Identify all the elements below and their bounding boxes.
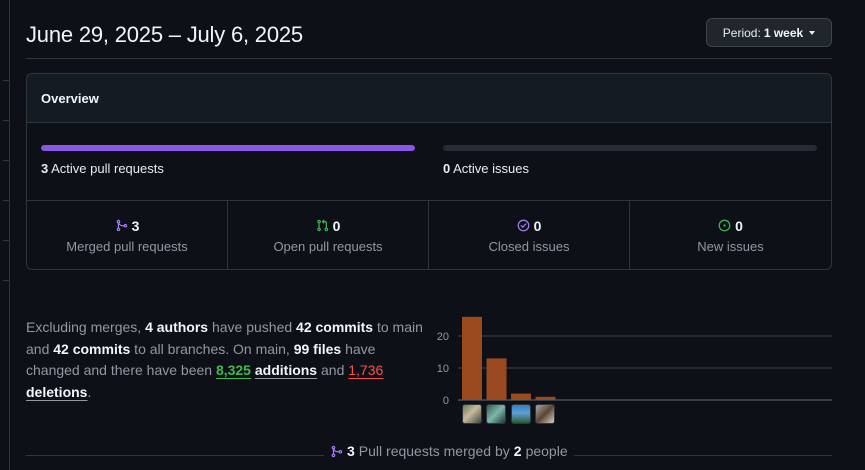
issues-progress-track bbox=[443, 145, 817, 151]
authors-count: 4 authors bbox=[145, 319, 209, 335]
merged-pull-requests-summary: 3 Pull requests merged by 2 people bbox=[26, 443, 832, 463]
open-pr-label: Open pull requests bbox=[273, 238, 383, 254]
period-prefix: Period: bbox=[722, 25, 761, 40]
commit-bar[interactable] bbox=[535, 396, 556, 400]
closed-issues-label: Closed issues bbox=[488, 238, 570, 254]
stat-closed-issues[interactable]: 0 Closed issues bbox=[429, 201, 630, 269]
pull-requests-progress-fill bbox=[41, 145, 415, 151]
overview-panel: Overview 3 Active pull requests 0 Active… bbox=[26, 73, 832, 270]
merged-count: 3 bbox=[131, 217, 140, 234]
people-text: people bbox=[525, 443, 568, 459]
caret-down-icon bbox=[809, 30, 816, 35]
stats-row: 3 Merged pull requests 0 Open pull reque… bbox=[27, 201, 831, 269]
pull-requests-progress-track bbox=[41, 145, 415, 151]
people-count: 2 bbox=[513, 443, 522, 459]
commits-all-count: 42 commits bbox=[53, 340, 131, 357]
stat-open-pull-requests[interactable]: 0 Open pull requests bbox=[228, 201, 429, 269]
active-issues-block[interactable]: 0 Active issues bbox=[443, 145, 817, 176]
period-value: 1 week bbox=[763, 25, 804, 40]
title-divider bbox=[26, 58, 832, 59]
merged-count: 3 bbox=[347, 443, 355, 459]
open-pr-count: 0 bbox=[332, 217, 341, 234]
commits-main-count: 42 commits bbox=[296, 319, 374, 335]
pull-request-icon bbox=[316, 219, 328, 232]
y-tick-label: 20 bbox=[437, 331, 449, 343]
y-tick-label: 10 bbox=[437, 363, 449, 375]
files-count: 99 files bbox=[293, 340, 342, 357]
y-tick-label: 0 bbox=[443, 395, 449, 407]
closed-issues-count: 0 bbox=[533, 217, 542, 234]
overview-heading: Overview bbox=[27, 74, 831, 123]
author-avatar-3[interactable] bbox=[511, 404, 531, 424]
commits-by-author-chart: 20 10 0 bbox=[430, 300, 835, 430]
merge-icon bbox=[116, 219, 127, 232]
left-sidebar-edge bbox=[0, 0, 10, 470]
issue-opened-icon bbox=[718, 219, 731, 232]
merged-text: Pull requests merged by bbox=[358, 443, 510, 459]
active-issues-label: 0 Active issues bbox=[443, 161, 530, 176]
stat-new-issues[interactable]: 0 New issues bbox=[630, 201, 831, 269]
page-title: June 29, 2025 – July 6, 2025 bbox=[26, 22, 303, 47]
deletions-count-link[interactable]: 1,736 bbox=[348, 362, 383, 378]
additions-link[interactable]: additions bbox=[255, 362, 317, 378]
author-avatar-2[interactable] bbox=[486, 404, 506, 424]
merge-icon bbox=[331, 445, 343, 457]
commit-bar[interactable] bbox=[486, 358, 507, 400]
author-avatar-1[interactable] bbox=[462, 404, 482, 424]
new-issues-label: New issues bbox=[697, 238, 764, 254]
commit-summary: Excluding merges, 4 authors have pushed … bbox=[26, 319, 423, 401]
deletions-link[interactable]: deletions bbox=[26, 384, 87, 400]
author-avatar-4[interactable] bbox=[535, 404, 555, 424]
merged-label: Merged pull requests bbox=[66, 238, 188, 254]
additions-count-link[interactable]: 8,325 bbox=[216, 362, 251, 378]
period-dropdown-button[interactable]: Period: 1 week bbox=[706, 18, 832, 47]
commit-bar[interactable] bbox=[511, 393, 531, 400]
issue-closed-icon bbox=[517, 219, 529, 232]
active-pull-requests-block[interactable]: 3 Active pull requests bbox=[41, 145, 415, 176]
activity-bars: 3 Active pull requests 0 Active issues bbox=[27, 123, 831, 201]
stat-merged-pull-requests[interactable]: 3 Merged pull requests bbox=[27, 201, 228, 269]
new-issues-count: 0 bbox=[735, 217, 743, 234]
active-pull-requests-label: 3 Active pull requests bbox=[41, 161, 164, 176]
commit-bar[interactable] bbox=[462, 316, 482, 400]
